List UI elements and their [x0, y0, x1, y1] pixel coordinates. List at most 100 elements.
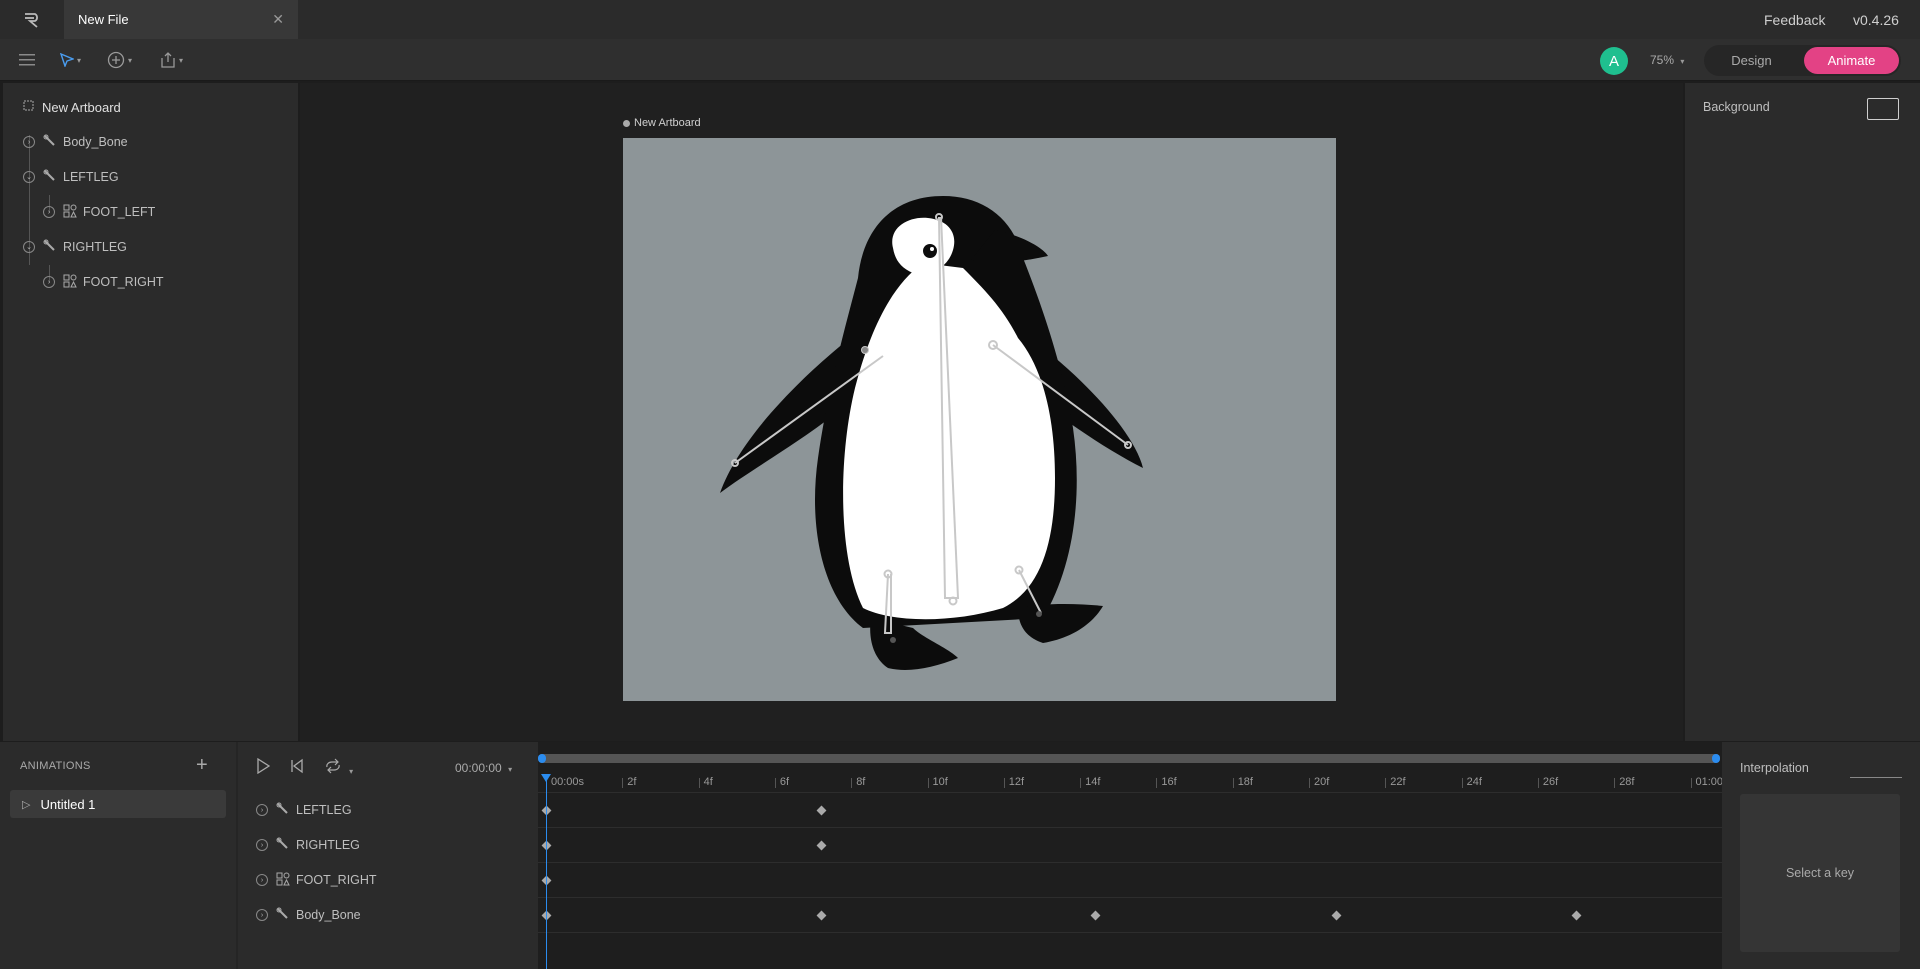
interpolation-indicator — [1850, 777, 1902, 778]
keyframe[interactable] — [816, 805, 827, 816]
play-button[interactable] — [256, 757, 271, 778]
track-label-text: FOOT_RIGHT — [296, 873, 377, 887]
zoom-dropdown[interactable]: 75% ▾ — [1650, 53, 1684, 67]
user-avatar[interactable]: A — [1600, 47, 1628, 75]
shapes-icon — [63, 204, 77, 221]
close-tab-icon[interactable]: ✕ — [272, 11, 284, 28]
title-bar: New File ✕ Feedback v0.4.26 — [0, 0, 1920, 39]
artboard-title[interactable]: New Artboard — [623, 117, 701, 129]
tree-item-label: FOOT_LEFT — [83, 205, 156, 219]
tree-item-rightleg[interactable]: ⌄ RIGHTLEG — [23, 235, 127, 259]
expand-toggle-icon[interactable]: › — [23, 136, 35, 148]
expand-toggle-icon[interactable]: › — [43, 206, 55, 218]
track-label-text: Body_Bone — [296, 908, 361, 922]
ruler-tick — [1385, 778, 1387, 788]
collapse-toggle-icon[interactable]: ⌄ — [23, 241, 35, 253]
expand-toggle-icon[interactable]: › — [43, 276, 55, 288]
ruler-tick — [1690, 778, 1692, 788]
export-tool-button[interactable]: ▾ — [160, 47, 183, 73]
collapse-toggle-icon[interactable]: ⌄ — [23, 171, 35, 183]
interpolation-editor[interactable]: Select a key — [1740, 794, 1900, 952]
track-divider — [538, 792, 1722, 793]
expand-toggle-icon[interactable]: › — [256, 804, 268, 816]
tree-item-foot-right[interactable]: › FOOT_RIGHT — [43, 270, 164, 294]
time-value: 00:00:00 — [455, 761, 502, 775]
right-foot[interactable] — [1018, 603, 1103, 643]
ruler-tick — [1232, 778, 1234, 788]
file-tab[interactable]: New File ✕ — [64, 0, 298, 39]
left-foot[interactable] — [870, 618, 958, 670]
bone-icon — [276, 837, 290, 853]
playhead[interactable] — [546, 776, 547, 969]
ruler-tick — [1156, 778, 1158, 788]
rive-logo-icon[interactable] — [0, 0, 64, 39]
tree-item-body-bone[interactable]: › Body_Bone — [23, 130, 128, 154]
artboard[interactable] — [623, 138, 1336, 701]
create-tool-button[interactable]: ▾ — [107, 47, 132, 73]
animation-item[interactable]: ▷ Untitled 1 — [10, 790, 226, 818]
timeline[interactable]: 00:00s 2f 4f 6f 8f 10f 12f 14f 16f 18f 20f 22f 24f 26… — [538, 742, 1723, 969]
timeline-scrollbar[interactable] — [538, 754, 1720, 763]
scrollbar-start-handle[interactable] — [538, 754, 546, 763]
bone-joint[interactable] — [862, 347, 868, 353]
track-label-foot-right[interactable]: › FOOT_RIGHT — [256, 868, 377, 892]
add-animation-button[interactable]: + — [196, 754, 208, 777]
ruler-label: 10f — [932, 776, 948, 788]
background-color-swatch[interactable] — [1867, 98, 1899, 120]
skip-back-icon — [291, 758, 303, 774]
go-to-start-button[interactable] — [290, 758, 304, 778]
scrollbar-end-handle[interactable] — [1712, 754, 1720, 763]
inspector-panel: Background — [1685, 83, 1920, 741]
expand-toggle-icon[interactable]: › — [256, 874, 268, 886]
time-readout[interactable]: 00:00:00 ▾ — [455, 761, 512, 775]
file-tab-title: New File — [78, 12, 129, 27]
track-divider — [538, 932, 1722, 933]
penguin-illustration[interactable] — [623, 138, 1336, 701]
track-label-text: LEFTLEG — [296, 803, 352, 817]
track-label-leftleg[interactable]: › LEFTLEG — [256, 798, 352, 822]
keyframe[interactable] — [816, 910, 827, 921]
keyframe[interactable] — [816, 840, 827, 851]
ruler-label: 2f — [627, 776, 637, 788]
track-label-text: RIGHTLEG — [296, 838, 360, 852]
keyframe[interactable] — [1571, 910, 1582, 921]
bone-joint[interactable] — [1036, 611, 1042, 617]
ruler-label: 24f — [1466, 776, 1482, 788]
animate-mode-button[interactable]: Animate — [1804, 47, 1899, 74]
keyframe[interactable] — [1331, 910, 1342, 921]
toolbar: ▾ ▾ ▾ A 75% ▾ Design Animate — [0, 39, 1920, 81]
tree-item-label: LEFTLEG — [63, 170, 119, 184]
eye-highlight — [930, 247, 934, 251]
expand-toggle-icon[interactable]: › — [256, 839, 268, 851]
tree-item-leftleg[interactable]: ⌄ LEFTLEG — [23, 165, 119, 189]
tree-item-label: Body_Bone — [63, 135, 128, 149]
track-label-body-bone[interactable]: › Body_Bone — [256, 903, 361, 927]
ruler-label: 12f — [1008, 776, 1025, 788]
timeline-controls: ▾ 00:00:00 ▾ › LEFTLEG › RIGHTLEG › FOOT… — [238, 742, 538, 969]
ruler-label: 6f — [779, 776, 790, 788]
bone-joint[interactable] — [890, 637, 896, 643]
tree-item-label: FOOT_RIGHT — [83, 275, 164, 289]
play-triangle-icon: ▷ — [22, 798, 31, 811]
ruler-label: 4f — [703, 776, 713, 788]
select-tool-button[interactable]: ▾ — [60, 47, 81, 73]
playhead-handle[interactable] — [541, 774, 551, 782]
version-label: v0.4.26 — [1853, 12, 1899, 28]
tree-item-artboard[interactable]: New Artboard — [22, 95, 121, 119]
feedback-link[interactable]: Feedback — [1764, 12, 1825, 28]
share-icon — [161, 52, 175, 68]
loop-mode-button[interactable]: ▾ — [324, 758, 353, 778]
keyframe[interactable] — [1090, 910, 1101, 921]
track-label-rightleg[interactable]: › RIGHTLEG — [256, 833, 360, 857]
expand-toggle-icon[interactable]: › — [256, 909, 268, 921]
ruler-tick — [1003, 778, 1005, 788]
design-mode-button[interactable]: Design — [1704, 45, 1799, 76]
chevron-down-icon: ▾ — [1680, 57, 1685, 66]
track-divider — [538, 897, 1722, 898]
bone-icon — [276, 907, 290, 923]
ruler-tick — [774, 778, 776, 788]
chevron-down-icon: ▾ — [349, 767, 354, 776]
loop-icon — [326, 758, 340, 774]
hamburger-menu-icon[interactable] — [19, 47, 35, 73]
tree-item-foot-left[interactable]: › FOOT_LEFT — [43, 200, 155, 224]
